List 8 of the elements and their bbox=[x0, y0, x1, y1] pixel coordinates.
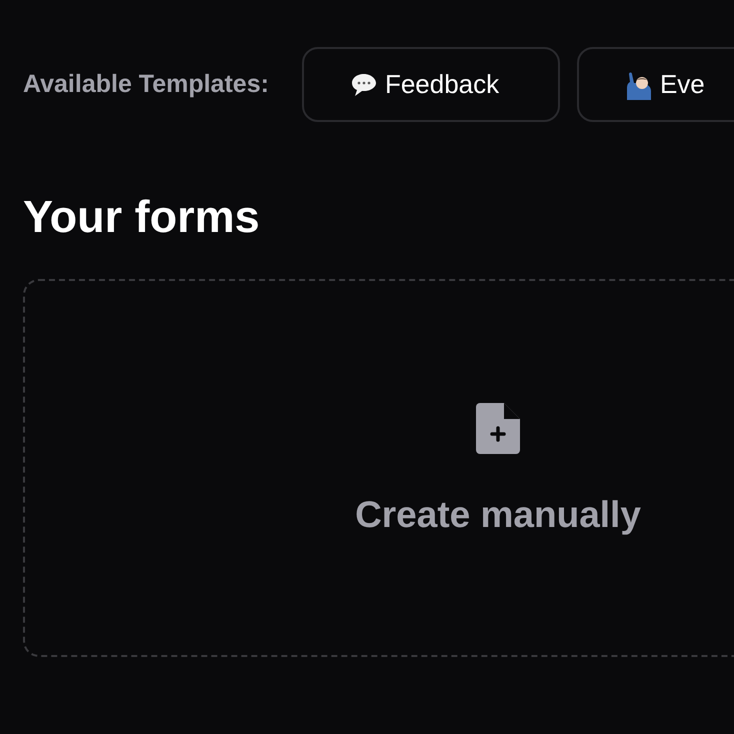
person-raising-hand-icon bbox=[624, 70, 653, 100]
create-label: Create manually bbox=[355, 494, 641, 536]
section-heading: Your forms bbox=[23, 194, 261, 239]
create-form-card[interactable]: Create manually bbox=[23, 279, 734, 657]
template-button[interactable]: Feedback bbox=[302, 47, 560, 122]
file-plus-icon bbox=[476, 403, 520, 454]
template-button[interactable]: Eve bbox=[576, 47, 734, 122]
templates-label: Available Templates: bbox=[23, 70, 269, 99]
